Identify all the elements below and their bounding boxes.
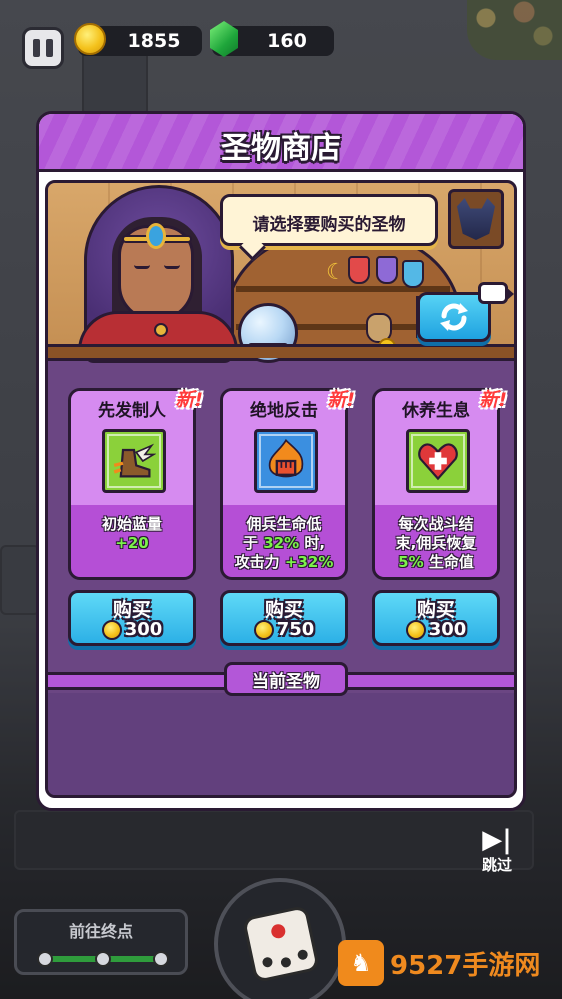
relic-card[interactable]: 先发制人 新! 初始蓝量 +20 (68, 388, 203, 580)
buy-button[interactable]: 购买 300 (372, 590, 500, 646)
pause-button[interactable] (22, 27, 64, 69)
watermark: ♞ 9527手游网 (338, 938, 548, 988)
modal-body: ☾ 请选择要购买的圣物 先发制人 新! 初始蓝量 +20 绝地反击 新! 佣兵生… (45, 180, 517, 798)
new-badge: 新! (327, 389, 355, 411)
coin-icon (253, 619, 274, 640)
dice-button[interactable] (241, 904, 321, 984)
price: 750 (276, 619, 315, 640)
modal-title: 圣物商店 (221, 131, 341, 166)
coin-counter: 1855 (74, 23, 202, 56)
current-relics-tab: 当前圣物 (224, 662, 348, 696)
skip-icon: ▶| (482, 825, 512, 855)
heart-cross-icon (418, 443, 458, 481)
current-relics-area (48, 693, 514, 795)
relic-description: 初始蓝量 +20 (101, 515, 162, 552)
circlet-gem-icon (146, 223, 166, 249)
winged-boot-icon (113, 443, 156, 478)
coin-icon (405, 619, 426, 640)
refresh-icon (440, 303, 468, 331)
modal-header: 圣物商店 (39, 114, 523, 172)
blue-potion-icon (402, 260, 424, 288)
moon-icon: ☾ (326, 260, 346, 285)
gem-counter: 160 (210, 21, 334, 57)
new-badge: 新! (175, 389, 203, 411)
shop-counter (48, 344, 514, 358)
new-badge: 新! (479, 389, 507, 411)
speech-bubble: 请选择要购买的圣物 (220, 194, 438, 246)
speech-bubble-text: 请选择要购买的圣物 (252, 215, 406, 235)
relic-card[interactable]: 绝地反击 新! 佣兵生命低 于 32% 时, 攻击力 +32% (220, 388, 355, 580)
coin-icon (101, 619, 122, 640)
relic-card[interactable]: 休养生息 新! 每次战斗结 束,佣兵恢复 5% 生命值 (372, 388, 507, 580)
goto-end-panel[interactable]: 前往终点 (14, 909, 188, 975)
price: 300 (428, 619, 467, 640)
relic-shop-modal: 圣物商店 ☾ 请选择要购买的圣物 先发制人 新! 初始蓝量 +20 绝地反击 新… (36, 111, 526, 811)
flaming-fist-icon (268, 438, 304, 478)
skip-button[interactable]: ▶| 跳过 (474, 826, 520, 878)
price: 300 (124, 619, 163, 640)
buy-button[interactable]: 购买 300 (68, 590, 196, 646)
purple-potion-icon (376, 256, 398, 284)
shop-scene: ☾ 请选择要购买的圣物 (48, 183, 514, 363)
relic-description: 佣兵生命低 于 32% 时, 攻击力 +32% (234, 515, 334, 571)
horse-logo-icon: ♞ (338, 940, 384, 986)
wolf-mirror-icon (448, 189, 504, 249)
relic-description: 每次战斗结 束,佣兵恢复 5% 生命值 (395, 515, 477, 571)
coin-icon (74, 23, 106, 55)
video-ad-icon (478, 282, 514, 304)
goto-end-label: 前往终点 (68, 922, 133, 941)
goal-icon (153, 951, 169, 967)
red-potion-icon (348, 256, 370, 284)
pause-icon (33, 39, 40, 57)
buy-button[interactable]: 购买 750 (220, 590, 348, 646)
